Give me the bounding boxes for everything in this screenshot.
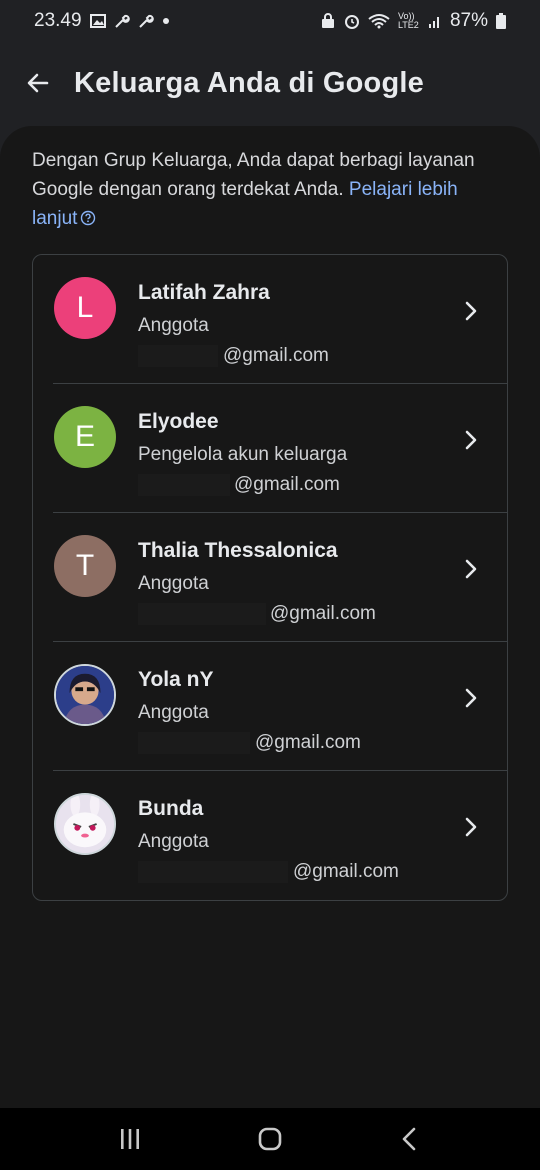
family-members-list: L Latifah Zahra Anggota @gmail.com E Ely… <box>32 254 508 901</box>
notification-dot-icon <box>162 18 169 24</box>
member-name: Latifah Zahra <box>138 281 270 304</box>
chevron-right-icon <box>465 430 477 450</box>
member-row[interactable]: L Latifah Zahra Anggota @gmail.com <box>33 255 507 384</box>
avatar-photo <box>54 664 116 726</box>
profile-photo <box>56 795 114 853</box>
recent-apps-icon <box>121 1129 139 1149</box>
status-bar: 23.49 Vo)) LTE2 87% <box>0 0 540 42</box>
signal-icon <box>428 17 439 28</box>
avatar: L <box>54 277 116 339</box>
member-email: @gmail.com <box>138 730 361 756</box>
member-row[interactable]: T Thalia Thessalonica Anggota @gmail.com <box>33 513 507 642</box>
wifi-icon <box>368 14 390 29</box>
member-name: Thalia Thessalonica <box>138 539 338 562</box>
chevron-right-icon <box>465 559 477 579</box>
chevron-right-icon <box>465 688 477 708</box>
member-row[interactable]: E Elyodee Pengelola akun keluarga @gmail… <box>33 384 507 513</box>
status-time: 23.49 <box>34 10 82 31</box>
redacted-email <box>138 603 266 625</box>
arrow-back-icon <box>27 73 49 93</box>
help-circle-icon <box>81 210 96 226</box>
chevron-right-icon <box>465 817 477 837</box>
home-icon <box>258 1127 282 1151</box>
alarm-icon <box>344 15 359 29</box>
member-role: Anggota <box>138 315 209 336</box>
intro-text: Dengan Grup Keluarga, Anda dapat berbagi… <box>32 146 502 233</box>
back-nav-button[interactable] <box>390 1119 430 1159</box>
status-right: Vo)) LTE2 87% <box>320 10 506 32</box>
member-name: Elyodee <box>138 410 219 433</box>
wrench-icon <box>114 14 130 28</box>
status-left: 23.49 <box>34 10 170 32</box>
chevron-right-icon <box>465 301 477 321</box>
back-button[interactable] <box>18 63 58 103</box>
gallery-icon <box>89 14 106 28</box>
redacted-email <box>138 861 288 883</box>
network-label: Vo)) LTE2 <box>397 11 419 30</box>
app-bar: Keluarga Anda di Google <box>0 48 540 118</box>
battery-icon <box>496 13 506 29</box>
member-email: @gmail.com <box>138 343 329 369</box>
home-button[interactable] <box>250 1119 290 1159</box>
member-email: @gmail.com <box>138 472 340 498</box>
profile-photo <box>56 666 114 724</box>
wrench-icon-2 <box>138 14 154 28</box>
avatar: T <box>54 535 116 597</box>
member-role: Anggota <box>138 702 209 723</box>
redacted-email <box>138 732 250 754</box>
member-role: Anggota <box>138 831 209 852</box>
member-role: Anggota <box>138 573 209 594</box>
recent-apps-button[interactable] <box>110 1119 150 1159</box>
member-name: Bunda <box>138 797 204 820</box>
member-row[interactable]: Yola nY Anggota @gmail.com <box>33 642 507 771</box>
avatar-photo <box>54 793 116 855</box>
member-name: Yola nY <box>138 668 214 691</box>
member-row[interactable]: Bunda Anggota @gmail.com <box>33 771 507 900</box>
back-nav-icon <box>402 1127 416 1151</box>
member-role: Pengelola akun keluarga <box>138 444 348 465</box>
battery-percent: 87% <box>449 10 488 31</box>
redacted-email <box>138 474 230 496</box>
member-email: @gmail.com <box>138 859 399 885</box>
avatar: E <box>54 406 116 468</box>
system-navigation-bar <box>0 1108 540 1170</box>
member-email: @gmail.com <box>138 601 376 627</box>
page-title: Keluarga Anda di Google <box>74 66 424 99</box>
redacted-email <box>138 345 218 367</box>
lock-icon <box>321 13 334 28</box>
